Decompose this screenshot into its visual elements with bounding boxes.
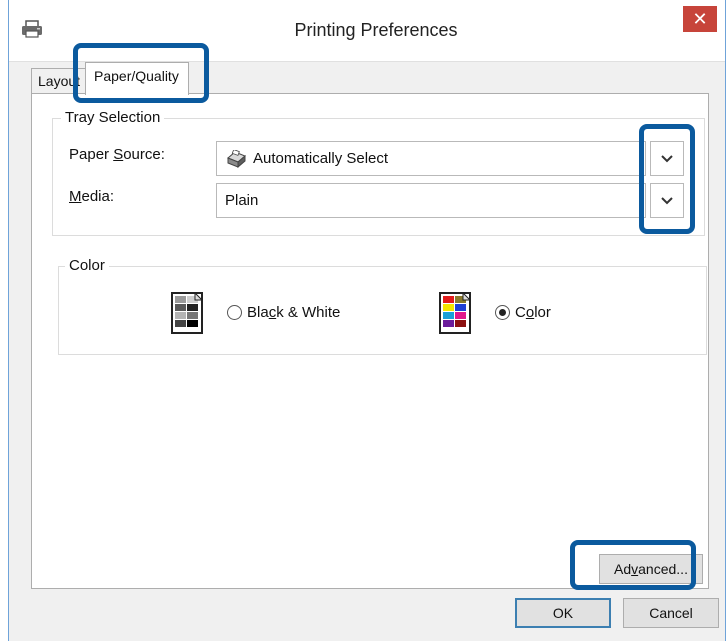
printing-preferences-window: Printing Preferences ✕ Layout Paper/Qual… bbox=[8, 0, 726, 641]
tray-selection-group: Tray Selection Paper Source: Automatical… bbox=[52, 109, 705, 236]
color-swatch-icon bbox=[439, 292, 471, 334]
title-bar: Printing Preferences ✕ bbox=[9, 0, 725, 62]
close-icon: ✕ bbox=[692, 8, 708, 29]
window-title: Printing Preferences bbox=[294, 20, 458, 40]
cancel-button[interactable]: Cancel bbox=[623, 598, 719, 628]
advanced-button[interactable]: Ad v anced... bbox=[599, 554, 703, 584]
chevron-down-icon bbox=[661, 196, 673, 204]
tray-selection-title: Tray Selection bbox=[61, 109, 165, 126]
paper-quality-panel: Tray Selection Paper Source: Automatical… bbox=[31, 93, 709, 589]
tab-strip: Layout Paper/Quality bbox=[9, 62, 725, 95]
media-select[interactable]: Plain bbox=[216, 183, 646, 218]
radio-button bbox=[495, 305, 510, 320]
color-title: Color bbox=[65, 257, 109, 274]
color-group: Color Black & White Color bbox=[58, 257, 707, 355]
close-button[interactable]: ✕ bbox=[683, 6, 717, 32]
black-white-label: Black & White bbox=[247, 304, 341, 321]
paper-source-value: Automatically Select bbox=[253, 150, 389, 167]
paper-source-dropdown-button[interactable] bbox=[650, 141, 684, 176]
media-label: Media: bbox=[69, 188, 115, 205]
radio-button bbox=[227, 305, 242, 320]
media-value: Plain bbox=[225, 192, 259, 209]
chevron-down-icon bbox=[661, 154, 673, 162]
color-radio[interactable]: Color bbox=[495, 304, 551, 321]
ok-button[interactable]: OK bbox=[515, 598, 611, 628]
black-white-radio[interactable]: Black & White bbox=[227, 304, 340, 321]
paper-source-select[interactable]: Automatically Select bbox=[216, 141, 646, 176]
grayscale-swatch-icon bbox=[171, 292, 203, 334]
media-dropdown-button[interactable] bbox=[650, 183, 684, 218]
tab-paper-quality[interactable]: Paper/Quality bbox=[85, 62, 189, 95]
radio-selected-dot bbox=[499, 309, 506, 316]
paper-source-label: Paper Source: bbox=[69, 146, 165, 163]
color-label: Color bbox=[515, 304, 551, 321]
printer-tray-icon bbox=[227, 149, 246, 168]
tab-layout[interactable]: Layout bbox=[31, 68, 87, 94]
